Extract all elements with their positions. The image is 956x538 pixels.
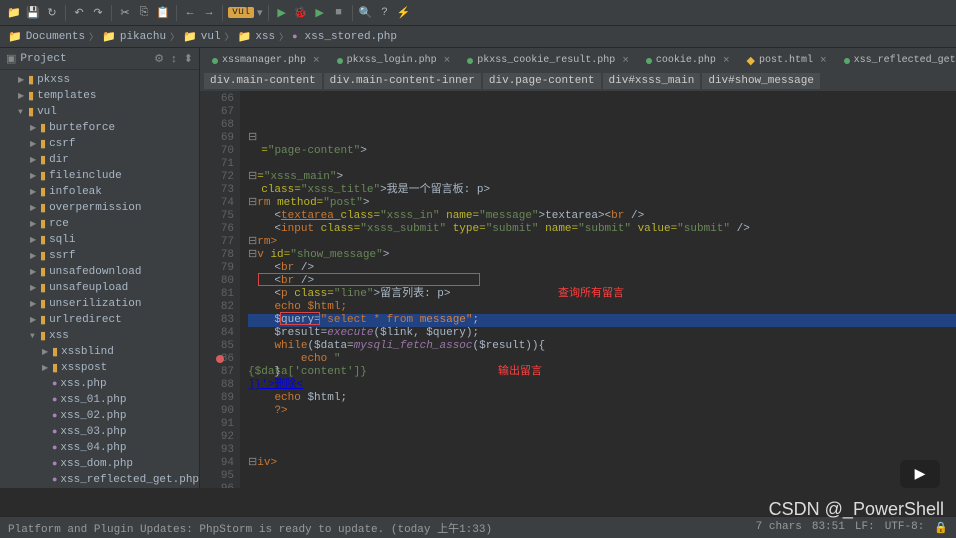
stop-icon[interactable]: ■ — [331, 5, 347, 21]
tree-item-burteforce[interactable]: ▶▮burteforce — [0, 120, 199, 136]
status-chars: 7 chars — [756, 521, 802, 535]
sidebar-header[interactable]: ▣Project ⚙ ↕ ⬍ — [0, 48, 199, 70]
tree-item-xss_02.php[interactable]: ●xss_02.php — [0, 408, 199, 424]
back-icon[interactable]: ← — [182, 5, 198, 21]
watermark: CSDN @_PowerShell — [769, 499, 944, 520]
undo-icon[interactable]: ↶ — [71, 5, 87, 21]
tree-item-pkxss[interactable]: ▶▮pkxss — [0, 72, 199, 88]
crumb-tag[interactable]: div.main-content — [204, 73, 322, 89]
tree-item-xss_01.php[interactable]: ●xss_01.php — [0, 392, 199, 408]
tree-item-templates[interactable]: ▶▮templates — [0, 88, 199, 104]
paste-icon[interactable]: 📋 — [155, 5, 171, 21]
code-editor[interactable]: ⊟ ="page-content">⊟="xsss_main"> class="… — [240, 91, 956, 488]
lock-icon: 🔒 — [934, 521, 948, 535]
tree-item-fileinclude[interactable]: ▶▮fileinclude — [0, 168, 199, 184]
tree-item-xss_04.php[interactable]: ●xss_04.php — [0, 440, 199, 456]
structure-breadcrumb: div.main-contentdiv.main-content-innerdi… — [200, 71, 956, 91]
tree-item-sqli[interactable]: ▶▮sqli — [0, 232, 199, 248]
crumb-1[interactable]: pikachu — [120, 31, 166, 43]
open-icon[interactable]: 📁 — [6, 5, 22, 21]
tree-item-xss.php[interactable]: ●xss.php — [0, 376, 199, 392]
status-enc: UTF-8: — [885, 521, 925, 535]
crumb-0[interactable]: Documents — [26, 31, 85, 43]
folder-icon: 📁 — [8, 30, 22, 44]
tab-cookie.php[interactable]: cookie.php× — [638, 50, 738, 71]
video-overlay-icon[interactable]: ▶ — [900, 460, 940, 488]
crumb-tag[interactable]: div#xsss_main — [603, 73, 701, 89]
tab-xssmanager.php[interactable]: xssmanager.php× — [204, 50, 328, 71]
tree-item-unsafeupload[interactable]: ▶▮unsafeupload — [0, 280, 199, 296]
tab-post.html[interactable]: ◆post.html× — [739, 50, 835, 71]
copy-icon[interactable]: ⎘ — [136, 5, 152, 21]
main-toolbar: 📁 💾 ↻ ↶ ↷ ✂ ⎘ 📋 ← → vul ▾ ▶ 🐞 ▶ ■ 🔍 ? ⚡ — [0, 0, 956, 26]
status-pos: 83:51 — [812, 521, 845, 535]
tab-xss_reflected_get.php[interactable]: xss_reflected_get.php× — [836, 50, 956, 71]
tree-item-overpermission[interactable]: ▶▮overpermission — [0, 200, 199, 216]
project-sidebar: ▣Project ⚙ ↕ ⬍ ▶▮pkxss▶▮templates▼▮vul▶▮… — [0, 48, 200, 488]
forward-icon[interactable]: → — [201, 5, 217, 21]
tab-pkxss_login.php[interactable]: pkxss_login.php× — [329, 50, 459, 71]
tab-pkxss_cookie_result.php[interactable]: pkxss_cookie_result.php× — [459, 50, 637, 71]
settings-icon[interactable]: 🔍 — [358, 5, 374, 21]
run-config[interactable]: vul — [228, 7, 254, 18]
redo-icon[interactable]: ↷ — [90, 5, 106, 21]
annotation-2: 输出留言 — [498, 366, 542, 379]
tree-item-csrf[interactable]: ▶▮csrf — [0, 136, 199, 152]
crumb-tag[interactable]: div.main-content-inner — [324, 73, 481, 89]
debug-icon[interactable]: 🐞 — [293, 5, 309, 21]
status-lf: LF: — [855, 521, 875, 535]
annotation-1: 查询所有留言 — [558, 288, 624, 301]
tree-item-xsspost[interactable]: ▶▮xsspost — [0, 360, 199, 376]
crumb-2[interactable]: vul — [201, 31, 221, 43]
crumb-tag[interactable]: div#show_message — [702, 73, 820, 89]
breadcrumb: 📁Documents〉 📁pikachu〉 📁vul〉 📁xss〉 ●xss_s… — [0, 26, 956, 48]
status-message: Platform and Plugin Updates: PhpStorm is… — [8, 520, 492, 536]
help-icon[interactable]: ? — [377, 5, 393, 21]
tree-item-xss[interactable]: ▼▮xss — [0, 328, 199, 344]
tree-item-urlredirect[interactable]: ▶▮urlredirect — [0, 312, 199, 328]
tree-item-rce[interactable]: ▶▮rce — [0, 216, 199, 232]
tree-item-xss_dom.php[interactable]: ●xss_dom.php — [0, 456, 199, 472]
save-icon[interactable]: 💾 — [25, 5, 41, 21]
refresh-icon[interactable]: ↻ — [44, 5, 60, 21]
tree-item-xssblind[interactable]: ▶▮xssblind — [0, 344, 199, 360]
run2-icon[interactable]: ▶ — [312, 5, 328, 21]
tree-item-dir[interactable]: ▶▮dir — [0, 152, 199, 168]
tree-item-unserilization[interactable]: ▶▮unserilization — [0, 296, 199, 312]
run-icon[interactable]: ▶ — [274, 5, 290, 21]
tree-item-vul[interactable]: ▼▮vul — [0, 104, 199, 120]
tree-item-xss_03.php[interactable]: ●xss_03.php — [0, 424, 199, 440]
line-gutter: 6667686970717273747576777879808182838485… — [200, 91, 240, 488]
crumb-tag[interactable]: div.page-content — [483, 73, 601, 89]
more-icon[interactable]: ⚡ — [396, 5, 412, 21]
crumb-4[interactable]: xss_stored.php — [305, 31, 397, 43]
cut-icon[interactable]: ✂ — [117, 5, 133, 21]
editor-tabs: xssmanager.php×pkxss_login.php×pkxss_coo… — [200, 48, 956, 71]
tree-item-xss_reflected_get.php[interactable]: ●xss_reflected_get.php — [0, 472, 199, 488]
crumb-3[interactable]: xss — [255, 31, 275, 43]
project-tree[interactable]: ▶▮pkxss▶▮templates▼▮vul▶▮burteforce▶▮csr… — [0, 70, 199, 488]
tree-item-ssrf[interactable]: ▶▮ssrf — [0, 248, 199, 264]
tree-item-unsafedownload[interactable]: ▶▮unsafedownload — [0, 264, 199, 280]
tree-item-infoleak[interactable]: ▶▮infoleak — [0, 184, 199, 200]
editor-area: xssmanager.php×pkxss_login.php×pkxss_coo… — [200, 48, 956, 488]
